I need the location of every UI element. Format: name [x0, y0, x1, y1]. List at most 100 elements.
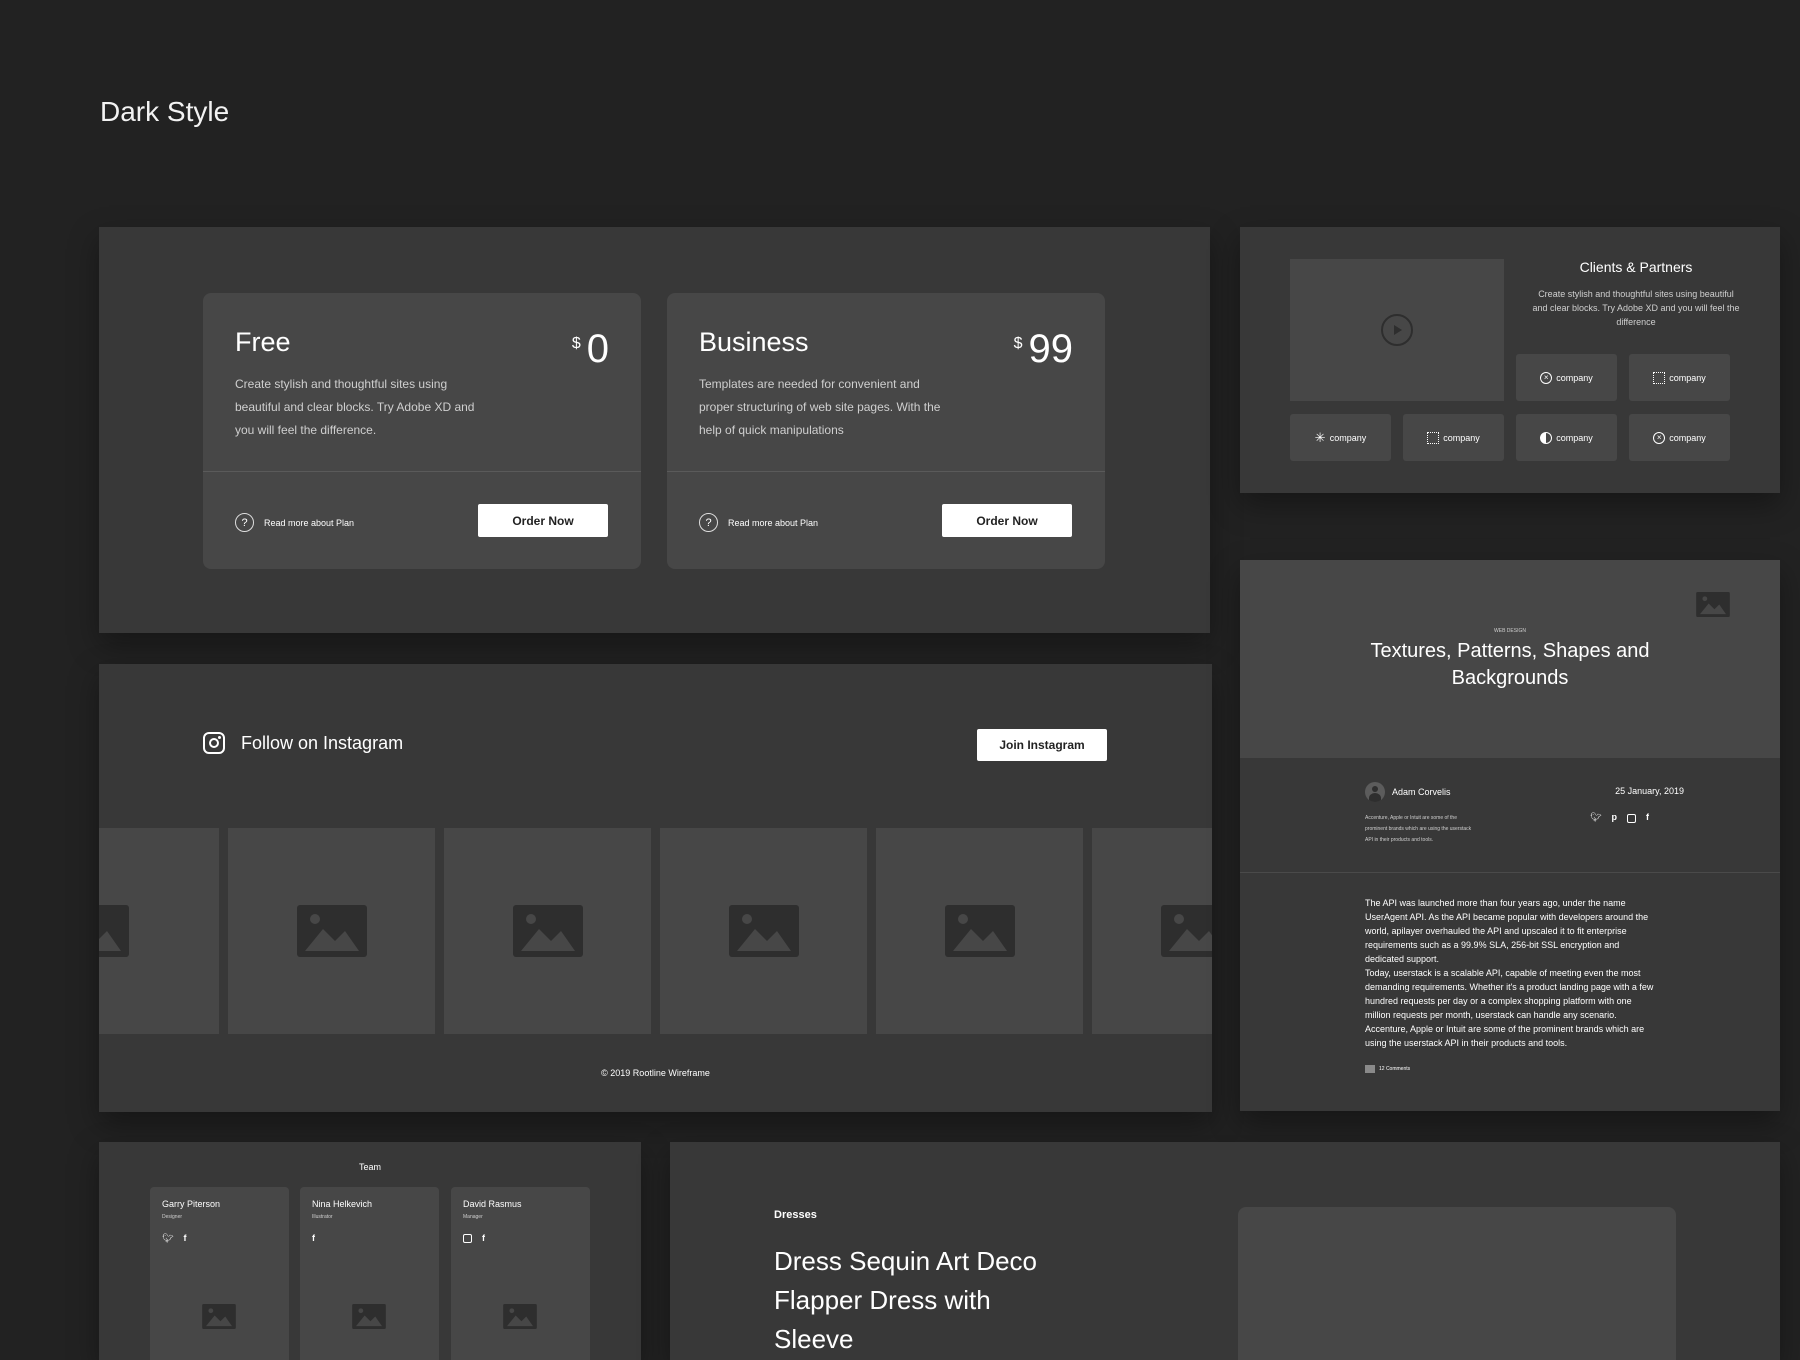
member-socials: f [312, 1233, 315, 1243]
team-title: Team [358, 1162, 381, 1172]
author-block: Adam Corvelis [1365, 782, 1451, 802]
read-more-label: Read more about Plan [264, 517, 355, 528]
product-category: Dresses [774, 1209, 817, 1221]
facebook-icon[interactable]: f [1646, 812, 1649, 823]
price-value: 99 [1028, 327, 1074, 371]
member-name: Garry Piterson [162, 1199, 221, 1209]
member-role: Designer [162, 1214, 183, 1220]
image-icon [512, 905, 583, 957]
twitter-icon[interactable]: 🐦︎ [162, 1233, 173, 1244]
instagram-panel: Follow on Instagram Join Instagram © 201… [99, 664, 1212, 1112]
team-member-card[interactable]: Nina Helkevich Illustrator f [300, 1187, 439, 1360]
article-title: Textures, Patterns, Shapes and Backgroun… [1370, 640, 1650, 689]
product-title: Dress Sequin Art Deco Flapper Dress with… [774, 1246, 1038, 1354]
article-paragraph-1: The API was launched more than four year… [1365, 898, 1649, 964]
order-now-button[interactable]: Order Now [942, 504, 1072, 537]
read-more-label: Read more about Plan [728, 517, 819, 528]
pricing-card-business: Business $ 99 Templates are needed for c… [667, 293, 1105, 569]
currency-symbol: $ [1013, 335, 1023, 352]
facebook-icon[interactable]: f [183, 1233, 186, 1244]
comments-count: 12 Comments [1379, 1066, 1411, 1072]
comment-icon [1365, 1065, 1375, 1073]
circle-x-icon: × [1540, 371, 1553, 384]
join-instagram-button[interactable]: Join Instagram [977, 729, 1107, 761]
article-hero: WEB DESIGN Textures, Patterns, Shapes an… [1240, 560, 1780, 758]
image-icon [202, 1304, 236, 1329]
gallery-image[interactable] [1092, 828, 1212, 1034]
comments-link[interactable]: 12 Comments [1365, 1065, 1410, 1073]
dotted-square-icon [1653, 371, 1666, 384]
instagram-icon[interactable] [1626, 814, 1636, 823]
circle-x-icon: × [1653, 431, 1666, 444]
gallery-image[interactable] [660, 828, 867, 1034]
clients-title: Clients & Partners [1579, 259, 1693, 275]
read-more-link[interactable]: ? Read more about Plan [235, 513, 354, 532]
facebook-icon[interactable]: f [482, 1233, 485, 1243]
image-icon [296, 905, 367, 957]
article-date: 25 January, 2019 [1615, 786, 1684, 796]
instagram-title: Follow on Instagram [241, 732, 404, 753]
avatar [1365, 782, 1385, 802]
image-icon [99, 905, 129, 957]
footer-copyright: © 2019 Rootline Wireframe [601, 1068, 710, 1078]
gallery-image[interactable] [444, 828, 651, 1034]
clients-description: Create stylish and thoughtful sites usin… [1532, 289, 1740, 327]
company-logo: company [1629, 354, 1730, 401]
instagram-icon [203, 732, 225, 754]
plan-price: $ 99 [1014, 329, 1073, 369]
article-category: WEB DESIGN [1494, 628, 1526, 634]
twitter-icon[interactable]: 🐦︎ [1590, 812, 1601, 823]
page-title: Dark Style [100, 96, 230, 127]
image-icon [944, 905, 1015, 957]
image-icon [1161, 905, 1212, 957]
company-logo: company [1516, 414, 1617, 461]
product-panel: Dresses Dress Sequin Art Deco Flapper Dr… [670, 1142, 1780, 1360]
pricing-card-free: Free $ 0 Create stylish and thoughtful s… [203, 293, 641, 569]
gallery-image[interactable] [228, 828, 435, 1034]
asterisk-icon: ✳ [1314, 430, 1326, 445]
plan-name: Business [699, 327, 809, 357]
instagram-heading: Follow on Instagram [203, 732, 403, 754]
price-value: 0 [586, 327, 609, 371]
plan-description: Create stylish and thoughtful sites usin… [235, 377, 475, 437]
company-logo: × company [1629, 414, 1730, 461]
team-member-card[interactable]: Garry Piterson Designer 🐦︎ f [150, 1187, 289, 1360]
plan-name: Free [235, 327, 291, 357]
clients-panel: Clients & Partners Create stylish and th… [1240, 227, 1780, 493]
product-image[interactable] [1238, 1207, 1676, 1360]
play-icon[interactable] [1381, 314, 1413, 346]
gallery-image[interactable] [876, 828, 1083, 1034]
video-placeholder[interactable] [1290, 259, 1504, 401]
question-icon: ? [699, 513, 718, 532]
instagram-icon[interactable] [463, 1233, 472, 1243]
plan-price: $ 0 [572, 329, 609, 369]
company-logo: × company [1516, 354, 1617, 401]
card-divider [667, 471, 1105, 472]
member-socials: 🐦︎ f [162, 1233, 186, 1244]
author-name: Adam Corvelis [1392, 787, 1451, 797]
pricing-panel: Free $ 0 Create stylish and thoughtful s… [99, 227, 1210, 633]
image-icon [352, 1304, 386, 1329]
card-divider [203, 471, 641, 472]
company-logo: ✳ company [1290, 414, 1391, 461]
image-icon [1696, 592, 1730, 617]
article-paragraph-2: Today, userstack is a scalable API, capa… [1365, 968, 1654, 1048]
pinterest-icon[interactable]: p [1611, 812, 1617, 823]
member-socials: f [463, 1233, 485, 1243]
article-panel: WEB DESIGN Textures, Patterns, Shapes an… [1240, 560, 1780, 1111]
gallery-image[interactable] [99, 828, 219, 1034]
half-circle-icon [1540, 431, 1553, 444]
team-member-card[interactable]: David Rasmus Manager f [451, 1187, 590, 1360]
facebook-icon[interactable]: f [312, 1233, 315, 1243]
image-icon [728, 905, 799, 957]
company-logo: company [1403, 414, 1504, 461]
member-role: Manager [463, 1214, 483, 1220]
article-divider [1240, 872, 1780, 873]
read-more-link[interactable]: ? Read more about Plan [699, 513, 818, 532]
dotted-square-icon [1427, 431, 1440, 444]
team-panel: Team Garry Piterson Designer 🐦︎ f Nina H… [99, 1142, 641, 1360]
share-icons: 🐦︎ p f [1590, 812, 1649, 823]
plan-description: Templates are needed for convenient and … [699, 377, 941, 437]
order-now-button[interactable]: Order Now [478, 504, 608, 537]
member-role: Illustrator [312, 1214, 333, 1220]
